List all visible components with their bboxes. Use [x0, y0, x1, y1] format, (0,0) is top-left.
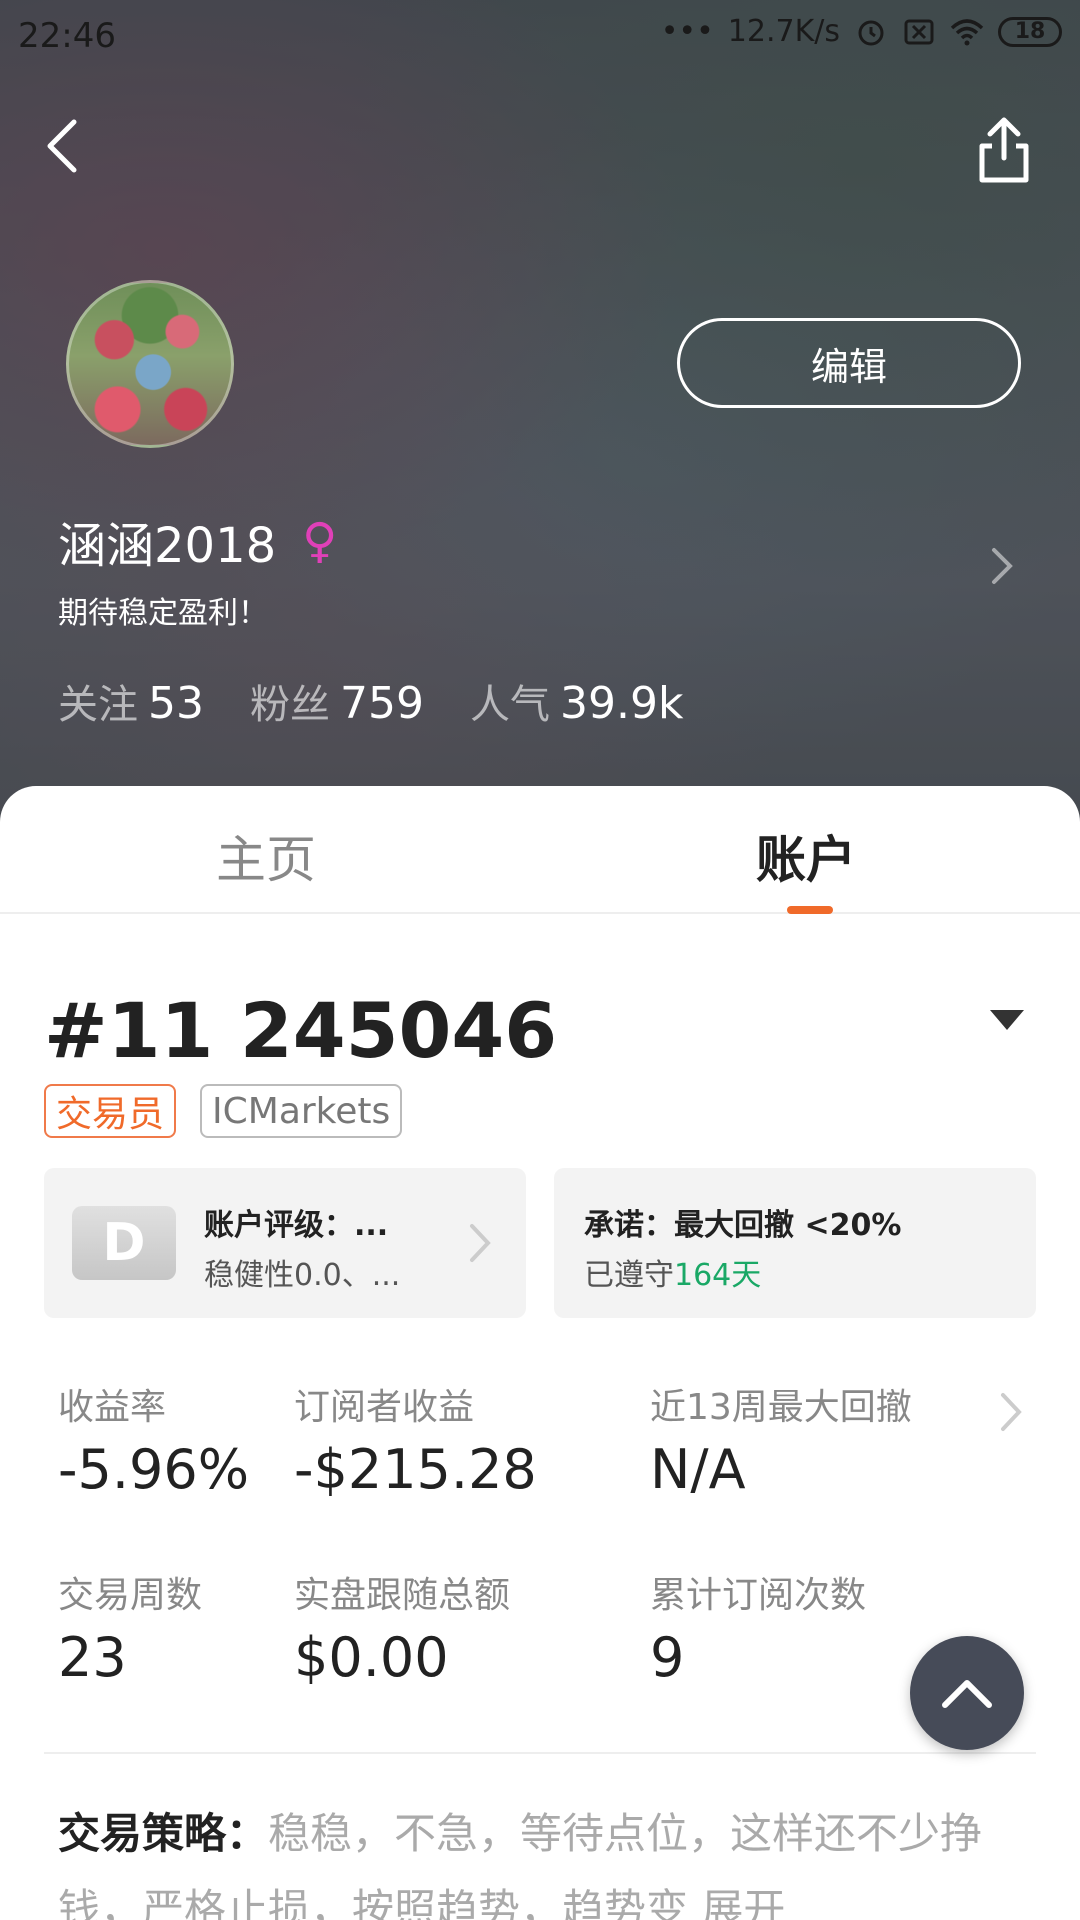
- battery-icon: 18: [998, 16, 1062, 47]
- promise-card: 承诺：最大回撤 <20% 已遵守164天: [554, 1168, 1036, 1318]
- metric-max-drawdown[interactable]: 近13周最大回撤 N/A: [650, 1378, 912, 1501]
- strategy-label: 交易策略：: [58, 1809, 269, 1858]
- divider: [44, 1752, 1036, 1754]
- promise-title: 承诺：最大回撤 <20%: [584, 1208, 902, 1243]
- stat-followers[interactable]: 粉丝 759: [250, 672, 424, 730]
- metric-label: 收益率: [58, 1387, 167, 1428]
- stat-value: 39.9k: [559, 678, 684, 729]
- bio-text: 期待稳定盈利！: [58, 596, 268, 631]
- metric-value: -$215.28: [294, 1438, 537, 1501]
- caret-down-icon[interactable]: [988, 1008, 1026, 1032]
- username: 涵涵2018: [58, 518, 277, 574]
- promise-days: 164天: [674, 1258, 762, 1293]
- metric-value: -5.96%: [58, 1438, 250, 1501]
- stat-label: 人气: [469, 682, 550, 728]
- stat-value: 759: [340, 678, 424, 729]
- status-bar: 22:46 ••• 12.7K/s 18: [0, 0, 1080, 72]
- account-rating-card[interactable]: D 账户评级：... 稳健性0.0、...: [44, 1168, 526, 1318]
- sim-off-icon: [902, 17, 936, 47]
- metric-label: 订阅者收益: [294, 1387, 475, 1428]
- metric-subscriber-profit: 订阅者收益 -$215.28: [294, 1378, 537, 1501]
- tab-bar: 主页 账户: [0, 786, 1080, 914]
- stat-following[interactable]: 关注 53: [58, 672, 204, 730]
- network-speed: 12.7K/s: [727, 14, 840, 49]
- share-button[interactable]: [972, 112, 1036, 188]
- share-icon: [979, 117, 1029, 183]
- metric-subscription-count: 累计订阅次数 9: [650, 1566, 866, 1689]
- profile-stats: 关注 53 粉丝 759 人气 39.9k: [58, 672, 683, 730]
- chevron-right-icon: [468, 1222, 492, 1264]
- metric-label: 近13周最大回撤: [650, 1387, 912, 1428]
- stat-popularity: 人气 39.9k: [470, 672, 683, 730]
- back-button[interactable]: [36, 108, 92, 184]
- trading-strategy: 交易策略：稳稳，不急，等待点位，这样还不少挣钱，严格止损，按照趋势，趋势变 展开: [58, 1796, 1018, 1920]
- role-tag: 交易员: [44, 1084, 177, 1138]
- grade-badge: D: [72, 1206, 176, 1280]
- metric-label: 交易周数: [58, 1575, 203, 1616]
- promise-status: 已遵守164天: [584, 1250, 761, 1294]
- account-number: #11 245046: [44, 986, 558, 1075]
- active-tab-indicator: [787, 906, 833, 914]
- metric-label: 实盘跟随总额: [294, 1575, 511, 1616]
- stat-value: 53: [148, 678, 204, 729]
- edit-button[interactable]: 编辑: [677, 318, 1021, 408]
- metric-live-follow-total: 实盘跟随总额 $0.00: [294, 1566, 510, 1689]
- rating-title: 账户评级：...: [204, 1208, 389, 1243]
- tab-account[interactable]: 账户: [756, 820, 856, 892]
- content-card: 主页 账户 #11 245046 交易员 ICMarkets D 账户评级：..…: [0, 786, 1080, 1920]
- username-row[interactable]: 涵涵2018 ♀: [58, 506, 337, 576]
- metric-trading-weeks: 交易周数 23: [58, 1566, 202, 1689]
- battery-level: 18: [1014, 19, 1046, 44]
- stat-label: 粉丝: [250, 682, 330, 728]
- promise-prefix: 已遵守: [584, 1258, 674, 1293]
- tab-home[interactable]: 主页: [216, 820, 316, 892]
- avatar[interactable]: [66, 280, 234, 448]
- scroll-to-top-button[interactable]: [910, 1636, 1024, 1750]
- stat-label: 关注: [58, 682, 138, 728]
- metric-return-rate: 收益率 -5.96%: [58, 1378, 249, 1501]
- metric-value: 9: [650, 1626, 685, 1689]
- broker-tag: ICMarkets: [200, 1084, 403, 1138]
- metric-label: 累计订阅次数: [650, 1575, 867, 1616]
- wifi-icon: [950, 17, 984, 47]
- chevron-right-icon[interactable]: [986, 544, 1016, 588]
- chevron-up-icon: [942, 1680, 992, 1708]
- alarm-icon: [854, 17, 888, 47]
- metric-value: N/A: [650, 1438, 746, 1501]
- rating-subtitle: 稳健性0.0、...: [204, 1258, 401, 1293]
- status-time: 22:46: [18, 16, 116, 56]
- signal-dots-icon: •••: [660, 14, 714, 49]
- metric-value: 23: [58, 1626, 127, 1689]
- expand-link[interactable]: 展开: [701, 1885, 785, 1920]
- metric-value: $0.00: [294, 1626, 449, 1689]
- chevron-right-icon[interactable]: [998, 1390, 1024, 1434]
- female-icon: ♀: [302, 513, 338, 569]
